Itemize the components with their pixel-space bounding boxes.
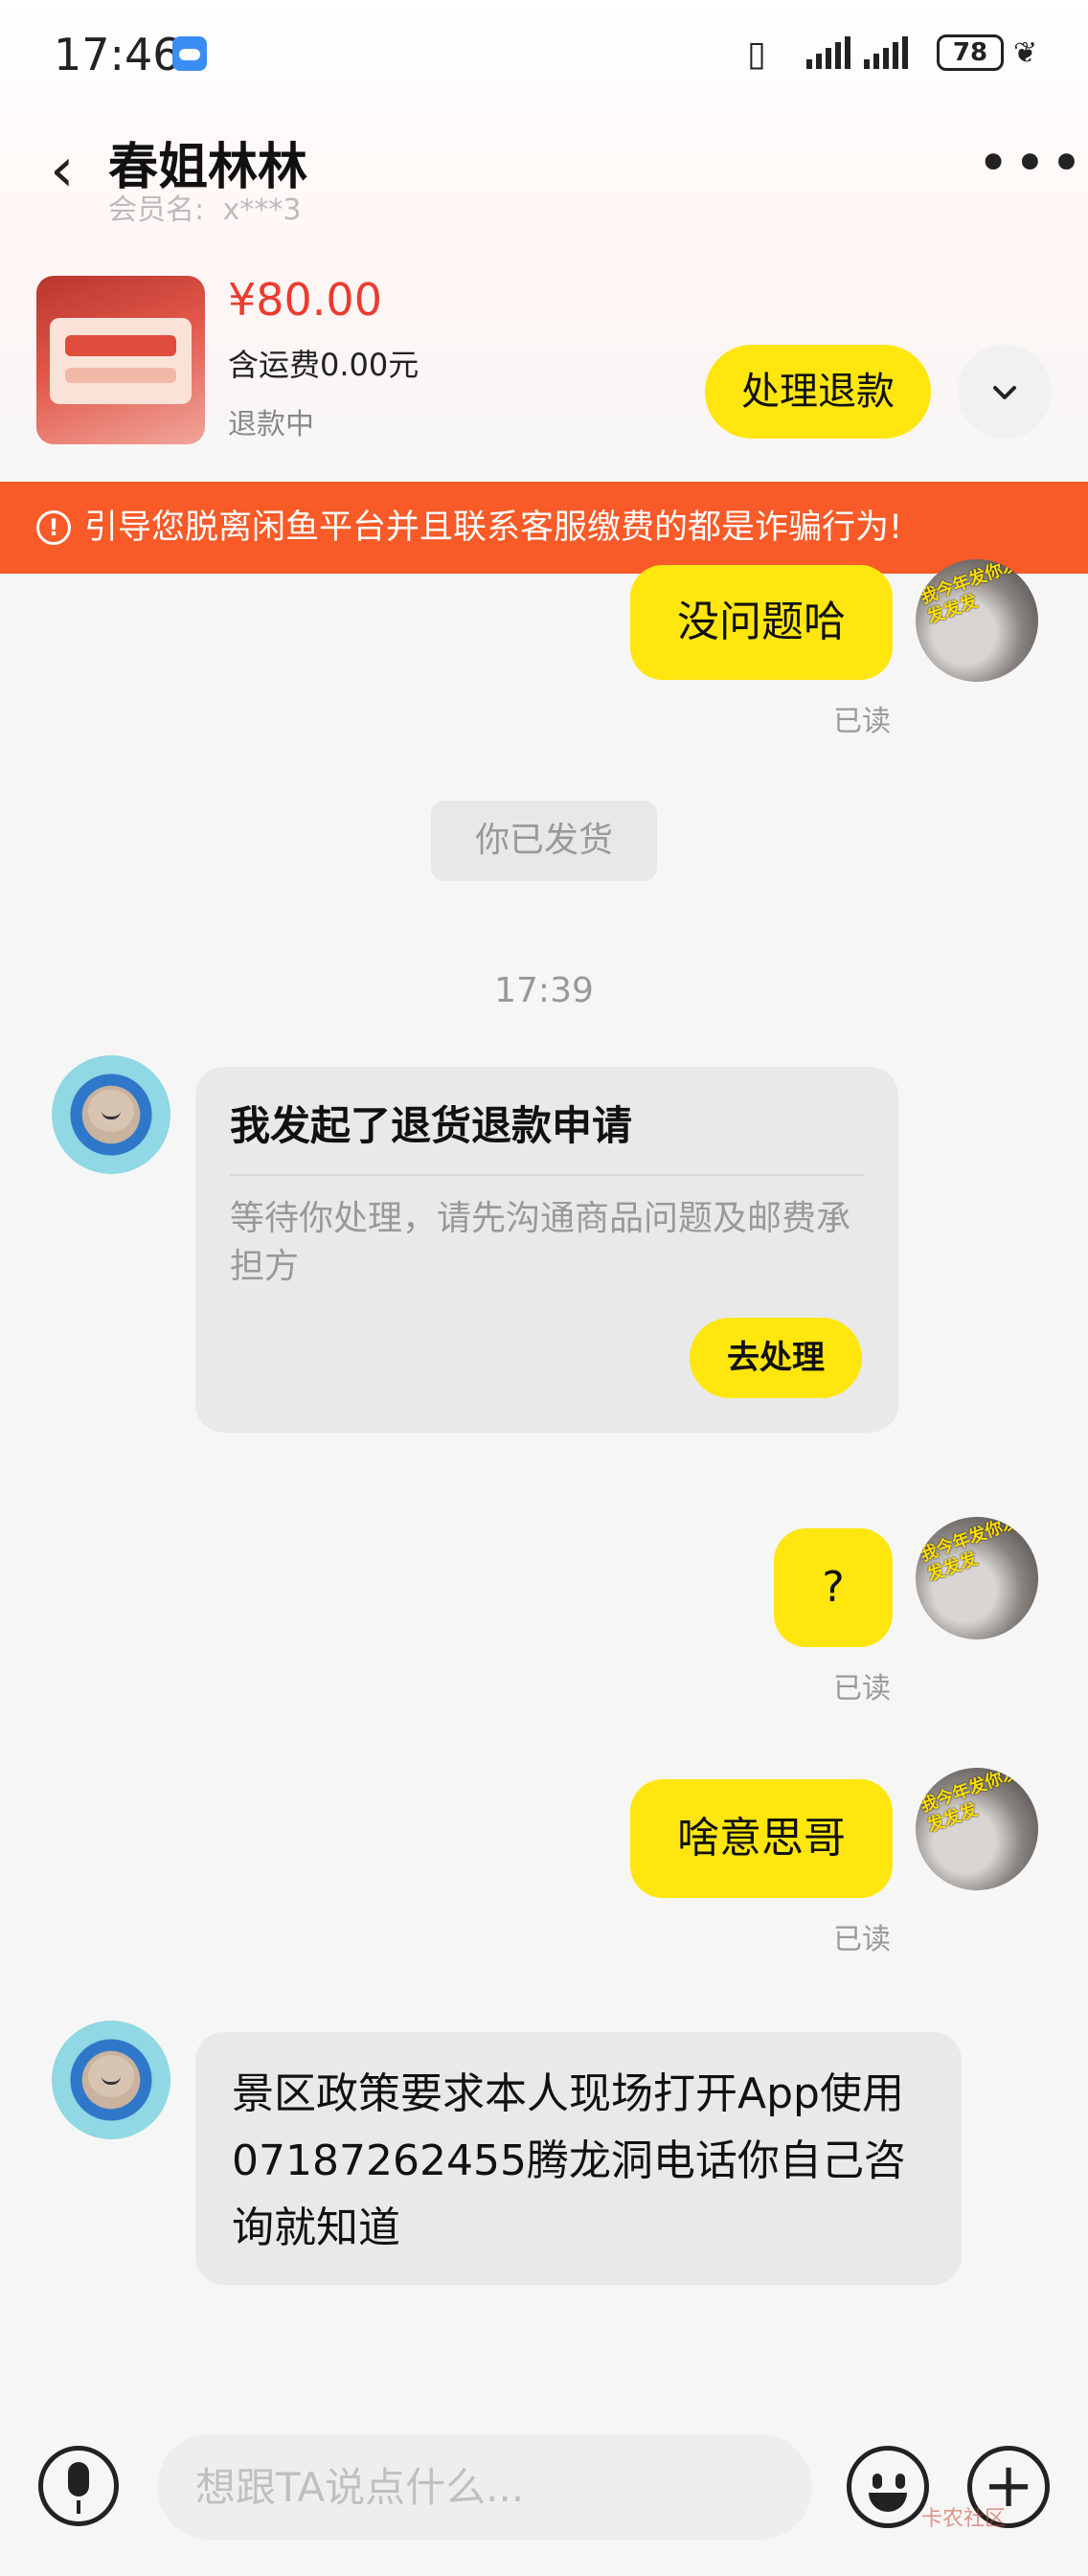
signal-icon-2: [864, 36, 908, 69]
chevron-down-icon[interactable]: [958, 345, 1052, 439]
message-timestamp: 17:39: [494, 971, 594, 1010]
contact-message-text: 景区政策要求本人现场打开App使用 07187262455腾龙洞电话你自己咨询就…: [232, 2069, 906, 2252]
product-shipping: 含运费0.00元: [228, 347, 419, 383]
product-thumbnail[interactable]: [36, 276, 205, 444]
back-icon[interactable]: ‹: [50, 140, 75, 201]
input-bar: +: [0, 2417, 1088, 2576]
process-refund-button[interactable]: 处理退款: [705, 345, 931, 439]
contact-avatar[interactable]: [52, 1055, 170, 1174]
microphone-icon[interactable]: [38, 2446, 119, 2526]
member-label: 会员名:: [108, 193, 205, 227]
my-message-bubble[interactable]: 没问题哈: [630, 565, 893, 680]
member-id: x***3: [222, 193, 302, 227]
system-note-shipped: 你已发货: [431, 801, 657, 881]
warning-icon: !: [36, 510, 71, 545]
signal-icon: [806, 36, 850, 69]
my-avatar[interactable]: 我今年发你发发发发: [916, 1517, 1038, 1639]
status-bar: 17:46 ▯ 78 ❦: [0, 0, 1088, 105]
member-line: 会员名: x***3: [108, 186, 302, 228]
order-status: 退款中: [228, 408, 314, 441]
my-message-bubble[interactable]: 啥意思哥: [630, 1779, 893, 1898]
read-receipt: 已读: [833, 705, 891, 738]
read-receipt: 已读: [833, 1672, 891, 1706]
message-input[interactable]: [157, 2434, 812, 2540]
battery-icon: 78: [937, 34, 1004, 71]
contact-avatar[interactable]: [52, 2021, 170, 2139]
go-process-button[interactable]: 去处理: [690, 1318, 862, 1398]
contact-message-bubble[interactable]: 景区政策要求本人现场打开App使用 07187262455腾龙洞电话你自己咨询就…: [195, 2032, 962, 2285]
warning-text: 引导您脱离闲鱼平台并且联系客服缴费的都是诈骗行为!: [84, 508, 903, 547]
my-avatar[interactable]: 我今年发你发发发发: [916, 1768, 1038, 1890]
leaf-icon: ❦: [1013, 36, 1038, 70]
my-avatar[interactable]: 我今年发你发发发发: [916, 559, 1038, 682]
emoji-icon[interactable]: [847, 2446, 929, 2528]
read-receipt: 已读: [833, 1923, 891, 1956]
status-time: 17:46: [54, 29, 181, 80]
fraud-warning-banner: ! 引导您脱离闲鱼平台并且联系客服缴费的都是诈骗行为!: [0, 482, 1088, 574]
my-message-bubble[interactable]: ?: [774, 1528, 893, 1647]
card-title: 我发起了退货退款申请: [230, 1102, 633, 1149]
refund-request-card: 我发起了退货退款申请 等待你处理，请先沟通商品问题及邮费承担方 去处理: [195, 1067, 898, 1433]
card-divider: [230, 1174, 864, 1176]
weather-icon: [172, 36, 207, 71]
product-price: ¥80.00: [228, 274, 382, 326]
more-icon[interactable]: •••: [977, 135, 1087, 191]
vibrate-icon: ▯: [747, 34, 766, 74]
watermark: 卡农社区: [921, 2507, 1007, 2531]
card-body: 等待你处理，请先沟通商品问题及邮费承担方: [230, 1199, 851, 1286]
